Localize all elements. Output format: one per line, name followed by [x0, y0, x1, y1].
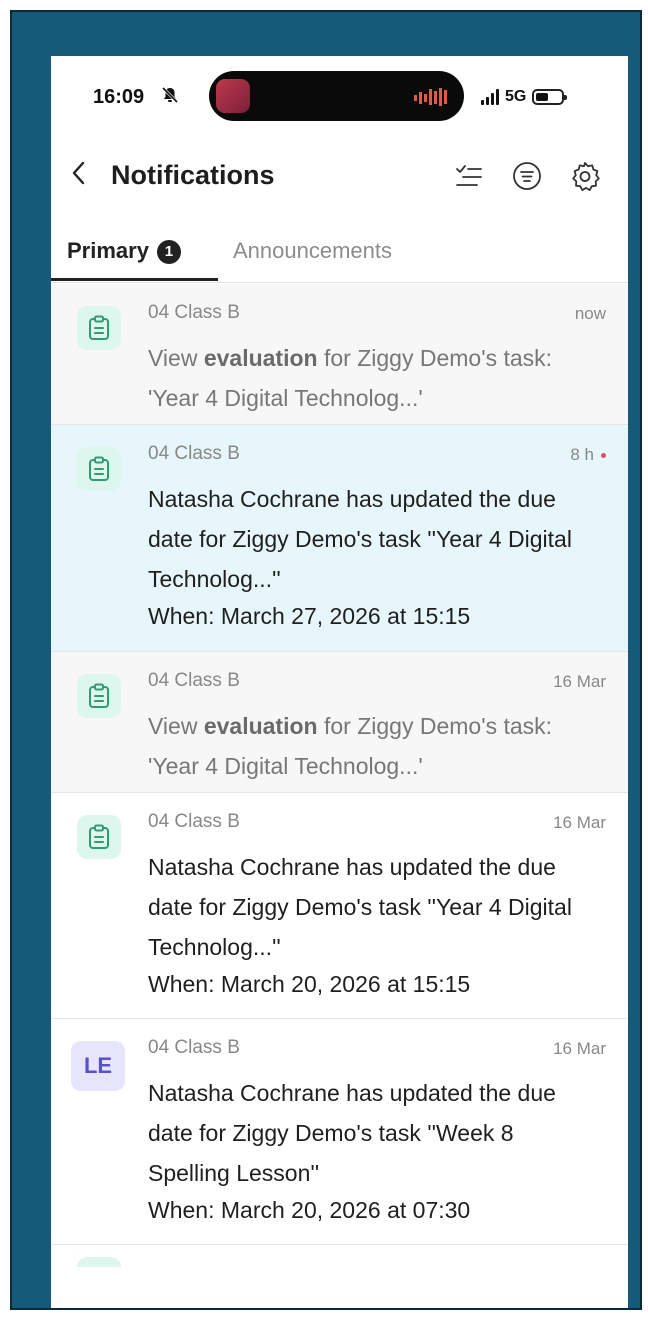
notification-time: 8 h	[570, 445, 594, 464]
notification-class: 04 Class B	[148, 811, 240, 832]
bell-off-icon	[161, 86, 179, 109]
notification-time: now	[574, 304, 606, 323]
next-notification-icon	[77, 1257, 121, 1267]
notification-when: When: March 20, 2026 at 15:15	[148, 971, 471, 997]
notification-class: 04 Class B	[148, 302, 240, 323]
clipboard-icon	[77, 447, 121, 491]
clipboard-icon	[77, 306, 121, 350]
notification-list: 04 Class B now View evaluation for Ziggy…	[51, 284, 628, 1245]
notification-item[interactable]: LE 04 Class B 16 Mar Natasha Cochrane ha…	[51, 1019, 628, 1245]
notification-class: 04 Class B	[148, 443, 240, 464]
notification-time: 16 Mar	[553, 1039, 606, 1058]
now-playing-artwork	[216, 79, 250, 113]
settings-button[interactable]	[569, 160, 601, 192]
mark-read-button[interactable]	[453, 160, 485, 192]
notification-when: When: March 20, 2026 at 07:30	[148, 1197, 471, 1223]
tab-primary-label: Primary	[67, 238, 149, 263]
notification-message: View evaluation for Ziggy Demo's task: '…	[148, 713, 553, 779]
clipboard-icon	[77, 674, 121, 718]
unread-dot	[601, 453, 606, 458]
tab-bar: Primary 1 Announcements	[51, 234, 628, 284]
network-type: 5G	[505, 88, 527, 105]
page-title: Notifications	[111, 160, 275, 190]
active-tab-indicator	[51, 278, 218, 281]
phone-screen: 16:09 5G Notifications Primary 1 Announc…	[51, 56, 628, 1308]
unread-count-badge: 1	[156, 240, 181, 264]
clipboard-icon	[77, 815, 121, 859]
battery-icon	[532, 89, 568, 105]
notification-class: 04 Class B	[148, 1037, 240, 1058]
filter-icon	[513, 162, 541, 190]
sender-avatar: LE	[71, 1041, 125, 1091]
filter-button[interactable]	[511, 160, 543, 192]
notification-time: 16 Mar	[553, 672, 606, 691]
notification-item[interactable]: 04 Class B now View evaluation for Ziggy…	[51, 284, 628, 425]
notification-item[interactable]: 04 Class B 8 h Natasha Cochrane has upda…	[51, 425, 628, 652]
dynamic-island	[209, 71, 464, 121]
notification-class: 04 Class B	[148, 670, 240, 691]
signal-icon	[481, 89, 499, 105]
notification-time: 16 Mar	[553, 813, 606, 832]
back-button[interactable]	[71, 160, 85, 193]
notification-message: Natasha Cochrane has updated the due dat…	[148, 854, 572, 960]
audio-wave-icon	[414, 88, 447, 106]
notification-message: Natasha Cochrane has updated the due dat…	[148, 486, 572, 592]
notification-item[interactable]: 04 Class B 16 Mar View evaluation for Zi…	[51, 652, 628, 793]
checklist-icon	[456, 165, 482, 186]
notification-message: Natasha Cochrane has updated the due dat…	[148, 1080, 556, 1186]
notification-message: View evaluation for Ziggy Demo's task: '…	[148, 345, 553, 411]
screenshot-frame: 16:09 5G Notifications Primary 1 Announc…	[10, 10, 642, 1310]
gear-icon	[572, 162, 600, 191]
notification-when: When: March 27, 2026 at 15:15	[148, 603, 471, 629]
tab-announcements[interactable]: Announcements	[233, 238, 392, 264]
tab-divider	[51, 282, 628, 283]
notification-item[interactable]: 04 Class B 16 Mar Natasha Cochrane has u…	[51, 793, 628, 1019]
status-indicators: 5G	[481, 86, 568, 108]
tab-primary[interactable]: Primary 1	[67, 238, 181, 264]
status-time: 16:09	[93, 86, 145, 108]
